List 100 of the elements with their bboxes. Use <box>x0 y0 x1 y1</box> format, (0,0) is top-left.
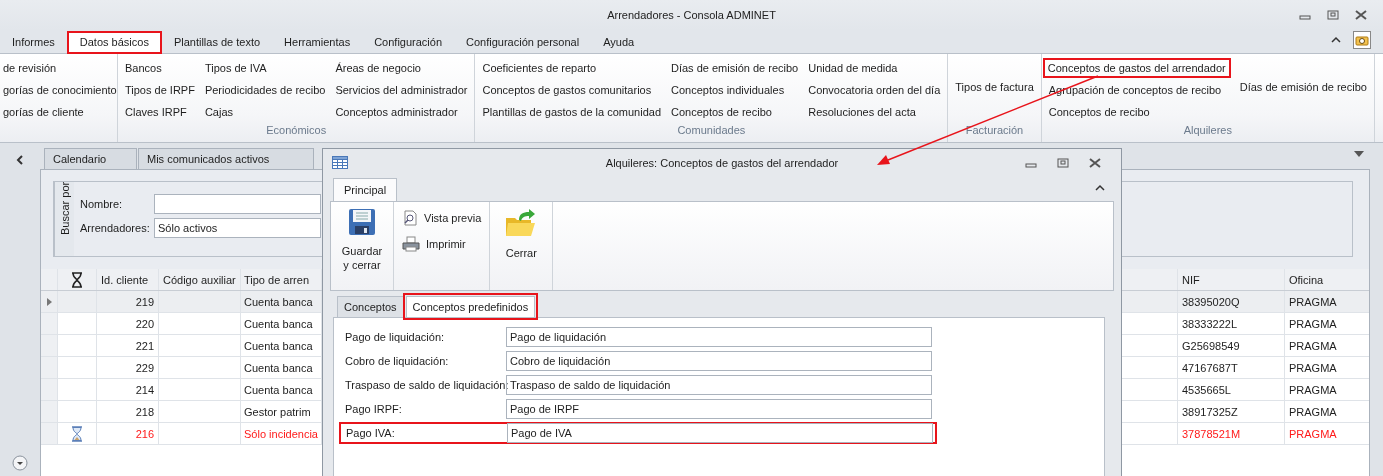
ribbon-item[interactable]: Tipos de IRPF <box>124 79 196 101</box>
input-field[interactable]: Traspaso de saldo de liquidación <box>506 375 932 395</box>
column-header[interactable]: Id. cliente <box>97 269 159 290</box>
menu-tab[interactable]: Ayuda <box>591 32 647 53</box>
column-header[interactable]: Oficina <box>1285 269 1369 290</box>
table-cell: 218 <box>97 401 159 422</box>
group-label: Facturación <box>965 124 1024 136</box>
table-cell: G25698549 <box>1178 335 1285 356</box>
field-label: Nombre: <box>80 198 124 210</box>
toolbar-button[interactable]: Vista previa <box>398 206 486 226</box>
collapse-caret-icon[interactable] <box>1095 184 1105 192</box>
menu-tab[interactable]: Configuración <box>362 32 454 53</box>
toolbar-button[interactable]: Guardar y cerrar <box>335 206 389 274</box>
close-icon[interactable] <box>1355 10 1367 20</box>
menu-tab[interactable]: Configuración personal <box>454 32 592 53</box>
table-cell: 47167687T <box>1178 357 1285 378</box>
dialog-title: Alquileres: Conceptos de gastos del arrendador <box>605 156 839 169</box>
table-cell: 38333222L <box>1178 313 1285 334</box>
field-label: Pago IVA: <box>345 427 396 439</box>
table-cell: PRAGMA <box>1285 291 1369 312</box>
ribbon-item[interactable]: gorías de conocimiento <box>2 79 118 101</box>
ribbon-item[interactable]: Claves IRPF <box>124 101 196 123</box>
table-cell-text: PRAGMA <box>1288 360 1338 376</box>
input-field[interactable]: Pago de IVA <box>507 423 933 443</box>
field-label: Arrendadores: <box>80 222 151 234</box>
ribbon-item[interactable]: Bancos <box>124 57 196 79</box>
close-icon[interactable] <box>1089 157 1101 168</box>
group-label: Comunidades <box>677 124 746 136</box>
field-label: Cobro de liquidación: <box>344 355 450 367</box>
ribbon-item[interactable]: Tipos de IVA <box>203 57 327 79</box>
ribbon-item[interactable]: Días de emisión de recibo <box>670 57 800 79</box>
column-header[interactable]: Código auxiliar <box>159 269 241 290</box>
row-header[interactable] <box>41 291 58 312</box>
ribbon-item[interactable]: Unidad de medida <box>807 57 942 79</box>
ribbon-item[interactable]: gorías de cliente <box>2 101 118 123</box>
table-cell: 37878521M <box>1178 423 1285 444</box>
input-field[interactable]: Pago de liquidación <box>506 327 932 347</box>
chevron-left-icon[interactable] <box>16 155 24 165</box>
maximize-icon[interactable] <box>1057 157 1069 168</box>
field-label: Traspaso de saldo de liquidación: <box>344 379 506 391</box>
table-cell: 219 <box>97 291 159 312</box>
search-group-label: Buscar por <box>54 182 74 256</box>
table-cell: 216 <box>97 423 159 444</box>
input-field[interactable] <box>154 194 321 214</box>
ribbon-item[interactable]: Resoluciones del acta <box>807 101 942 123</box>
hourglass-icon <box>71 271 83 288</box>
collapse-caret-icon[interactable] <box>1331 36 1341 44</box>
folder-arrow-icon <box>505 208 538 238</box>
ribbon-item[interactable]: Convocatoria orden del día <box>807 79 942 101</box>
table-cell: 229 <box>97 357 159 378</box>
printer-icon <box>402 236 420 252</box>
dropdown-arrow-icon[interactable] <box>1354 151 1364 157</box>
table-cell: 38917325Z <box>1178 401 1285 422</box>
document-tab[interactable]: Mis comunicados activos <box>138 148 314 169</box>
ribbon-item[interactable]: Conceptos de gastos del arrendador <box>1042 58 1231 78</box>
field-label: Pago IRPF: <box>344 403 403 415</box>
ribbon-item[interactable]: Plantillas de gastos de la comunidad <box>481 101 662 123</box>
ribbon-item[interactable]: Conceptos de gastos comunitarios <box>481 79 662 101</box>
magnifier-page-icon <box>402 210 418 226</box>
toolbar-button[interactable]: Cerrar <box>494 206 549 262</box>
input-field[interactable]: Cobro de liquidación <box>506 351 932 371</box>
ribbon-item[interactable]: Servicios del administrador <box>334 79 469 101</box>
menu-tab[interactable]: Informes <box>0 32 67 53</box>
window-title: Arrendadores - Consola ADMINET <box>607 9 776 21</box>
hourglass-icon <box>71 425 83 442</box>
table-cell: 221 <box>97 335 159 356</box>
group-label: Económicos <box>266 124 327 136</box>
ribbon-item[interactable]: Conceptos individuales <box>670 79 800 101</box>
circle-down-icon[interactable] <box>12 455 28 471</box>
ribbon-item[interactable]: de revisión <box>2 57 118 79</box>
ribbon-item[interactable]: Conceptos de recibo <box>670 101 800 123</box>
menu-tab[interactable]: Datos básicos <box>66 31 162 54</box>
menu-tab[interactable]: Herramientas <box>272 32 363 53</box>
column-header[interactable]: NIF <box>1178 269 1285 290</box>
form-tab[interactable]: Conceptos <box>337 296 404 317</box>
maximize-icon[interactable] <box>1327 10 1339 20</box>
input-field[interactable]: Pago de IRPF <box>506 399 932 419</box>
ribbon-item[interactable]: Coeficientes de reparto <box>481 57 662 79</box>
table-cell: 38395020Q <box>1178 291 1285 312</box>
document-tab[interactable]: Calendario <box>44 148 137 169</box>
table-cell: 4535665L <box>1178 379 1285 400</box>
table-cell: 220 <box>97 313 159 334</box>
ribbon-item[interactable]: Conceptos de recibo <box>1047 101 1231 123</box>
table-cell-text: PRAGMA <box>1288 338 1338 354</box>
menu-tab[interactable]: Plantillas de texto <box>161 32 273 53</box>
toolbar-button[interactable]: Imprimir <box>398 232 486 252</box>
table-cell: 214 <box>97 379 159 400</box>
table-cell-text: PRAGMA <box>1288 316 1338 332</box>
ribbon-item[interactable]: Cajas <box>203 101 327 123</box>
camera-icon[interactable] <box>1353 31 1371 49</box>
input-field[interactable]: Sólo activos <box>154 218 321 238</box>
ribbon-item[interactable]: Días de emisión de recibo <box>1238 76 1368 98</box>
ribbon-tab[interactable]: Principal <box>333 178 398 201</box>
ribbon-item[interactable]: Tipos de factura <box>954 76 1035 98</box>
row-pointer-icon <box>46 297 52 306</box>
ribbon-item[interactable]: Conceptos administrador <box>334 101 469 123</box>
ribbon-item[interactable]: Áreas de negocio <box>334 57 469 79</box>
field-label: Pago de liquidación: <box>344 331 446 343</box>
ribbon-item[interactable]: Periodicidades de recibo <box>203 79 327 101</box>
form-tab[interactable]: Conceptos predefinidos <box>405 296 536 317</box>
